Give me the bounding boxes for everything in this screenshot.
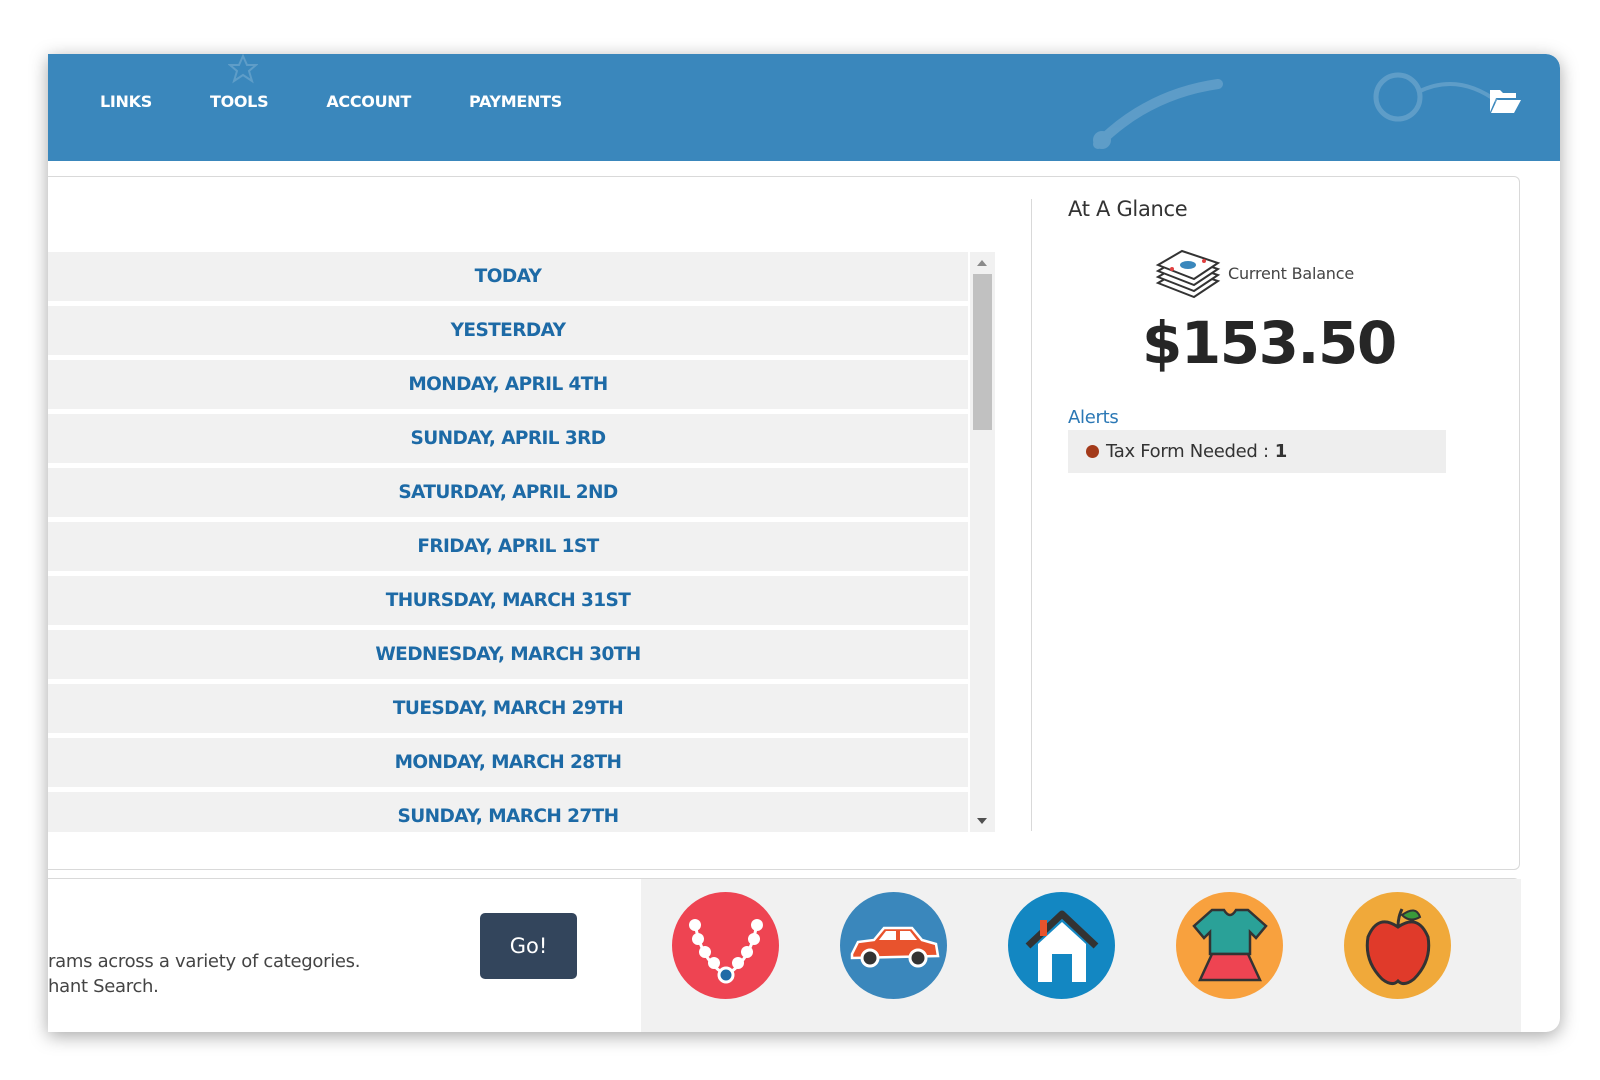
glance-title: At A Glance [1068, 197, 1188, 221]
apple-icon [1365, 907, 1430, 985]
header-decoration [1093, 79, 1223, 149]
category-grocery[interactable] [1344, 892, 1451, 999]
search-card: rams across a variety of categories. han… [48, 878, 1521, 1032]
scroll-up-arrow-icon[interactable] [977, 260, 987, 266]
nav-tools[interactable]: TOOLS [210, 92, 269, 111]
alert-count: 1 [1274, 441, 1288, 462]
house-icon [1025, 910, 1098, 982]
clothing-icon [1191, 908, 1268, 981]
day-row[interactable]: TODAY [48, 252, 968, 301]
day-label: SUNDAY, APRIL 3RD [410, 428, 606, 449]
main-nav: LINKS TOOLS ACCOUNT PAYMENTS [100, 92, 620, 111]
go-button[interactable]: Go! [480, 913, 577, 979]
category-jewelry[interactable] [672, 892, 779, 999]
search-description: rams across a variety of categories. han… [48, 949, 360, 999]
scroll-down-arrow-icon[interactable] [977, 818, 987, 824]
day-label: TUESDAY, MARCH 29TH [392, 698, 624, 719]
day-label: MONDAY, APRIL 4TH [408, 374, 608, 395]
nav-account[interactable]: ACCOUNT [326, 92, 411, 111]
balance-label: Current Balance [1228, 263, 1354, 283]
day-label: TODAY [474, 266, 542, 287]
day-list: TODAY YESTERDAY MONDAY, APRIL 4TH SUNDAY… [48, 252, 995, 832]
category-auto[interactable] [840, 892, 947, 999]
at-a-glance-panel: At A Glance Current Balance $153.50 Aler… [1068, 197, 1448, 473]
day-row[interactable]: MONDAY, APRIL 4TH [48, 360, 968, 409]
balance-header: Current Balance [1154, 245, 1354, 301]
day-row[interactable]: SUNDAY, MARCH 27TH [48, 792, 968, 832]
star-decoration [228, 54, 258, 84]
day-label: THURSDAY, MARCH 31ST [385, 590, 631, 611]
day-row[interactable]: MONDAY, MARCH 28TH [48, 738, 968, 787]
day-row[interactable]: SUNDAY, APRIL 3RD [48, 414, 968, 463]
day-row[interactable]: THURSDAY, MARCH 31ST [48, 576, 968, 625]
day-list-scrollbar[interactable] [970, 252, 995, 832]
scroll-thumb[interactable] [973, 274, 992, 430]
day-label: FRIDAY, APRIL 1ST [417, 536, 599, 557]
balance-value: $153.50 [1142, 309, 1397, 377]
day-label: WEDNESDAY, MARCH 30TH [375, 644, 641, 665]
day-label: SUNDAY, MARCH 27TH [397, 806, 619, 827]
day-row[interactable]: TUESDAY, MARCH 29TH [48, 684, 968, 733]
day-row[interactable]: FRIDAY, APRIL 1ST [48, 522, 968, 571]
alert-text: Tax Form Needed : [1106, 441, 1269, 462]
nav-payments[interactable]: PAYMENTS [469, 92, 562, 111]
nav-links[interactable]: LINKS [100, 92, 152, 111]
header-bar: LINKS TOOLS ACCOUNT PAYMENTS [48, 54, 1560, 161]
necklace-icon [688, 918, 763, 983]
car-icon [850, 926, 939, 967]
alert-dot-icon [1086, 445, 1099, 458]
category-home[interactable] [1008, 892, 1115, 999]
day-label: YESTERDAY [450, 320, 566, 341]
day-row[interactable]: YESTERDAY [48, 306, 968, 355]
day-label: SATURDAY, APRIL 2ND [398, 482, 618, 503]
panel-divider [1031, 199, 1032, 831]
description-line: hant Search. [48, 976, 159, 997]
description-line: rams across a variety of categories. [48, 951, 361, 972]
day-row[interactable]: WEDNESDAY, MARCH 30TH [48, 630, 968, 679]
day-label: MONDAY, MARCH 28TH [394, 752, 622, 773]
activity-card: TODAY YESTERDAY MONDAY, APRIL 4TH SUNDAY… [48, 176, 1520, 870]
money-stack-icon [1155, 249, 1221, 299]
alert-item[interactable]: Tax Form Needed : 1 [1068, 430, 1446, 473]
day-row[interactable]: SATURDAY, APRIL 2ND [48, 468, 968, 517]
category-strip [641, 879, 1521, 1032]
alerts-link[interactable]: Alerts [1068, 407, 1119, 428]
folder-open-icon[interactable] [1488, 86, 1522, 116]
app-window: LINKS TOOLS ACCOUNT PAYMENTS TODAY YESTE… [48, 54, 1560, 1032]
category-clothing[interactable] [1176, 892, 1283, 999]
header-decoration [1373, 72, 1500, 122]
